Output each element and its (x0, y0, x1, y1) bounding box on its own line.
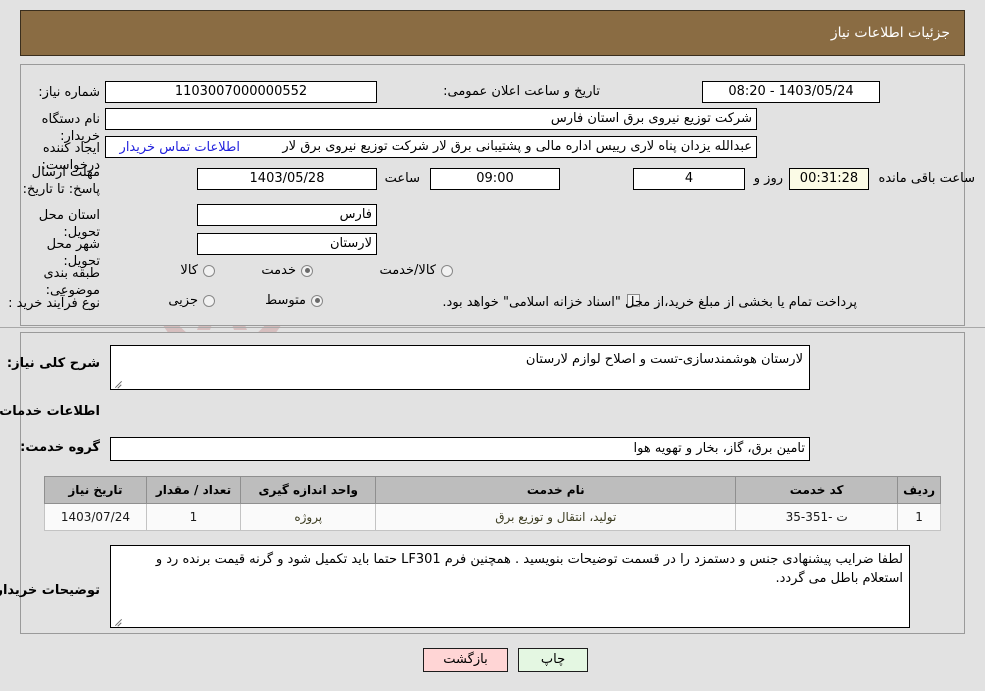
radio-label-jozi: جزیی (168, 293, 198, 308)
th-date: تاریخ نیاز (44, 476, 147, 504)
cell-qty: 1 (145, 503, 242, 531)
cell-date: 1403/07/24 (44, 503, 147, 531)
buyer-contact-link[interactable]: اطلاعات تماس خریدار (120, 140, 240, 155)
countdown-label: ساعت باقی مانده (878, 171, 975, 186)
process-label: نوع فرآیند خرید : (8, 296, 100, 311)
radio-label-kala-khedmat: کالا/خدمت (379, 263, 436, 278)
table-header-row: ردیف کد خدمت نام خدمت واحد اندازه گیری ت… (44, 476, 941, 504)
cell-name: تولید، انتقال و توزیع برق (375, 503, 737, 531)
deadline-date-value: 1403/05/28 (197, 168, 377, 190)
province-value: فارس (197, 204, 377, 226)
summary-textarea[interactable]: لارستان هوشمندسازی-تست و اصلاح لوازم لار… (110, 345, 810, 390)
table-row: 1 ت -351-35 تولید، انتقال و توزیع برق پر… (44, 503, 941, 531)
summary-text: لارستان هوشمندسازی-تست و اصلاح لوازم لار… (525, 352, 803, 367)
radio-indicator-khedmat[interactable] (301, 264, 313, 277)
resize-grip-icon[interactable] (114, 378, 124, 388)
deadline-label: مهلت ارسال پاسخ: تا تاریخ: (22, 165, 100, 197)
resize-grip-icon-2[interactable] (114, 616, 124, 626)
deadline-time-value: 09:00 (430, 168, 560, 190)
th-qty: تعداد / مقدار (145, 476, 242, 504)
announce-label: تاریخ و ساعت اعلان عمومی: (443, 84, 600, 99)
services-section-title: اطلاعات خدمات مورد نیاز (0, 404, 100, 419)
city-value: لارستان (197, 233, 377, 255)
header-bar: جزئیات اطلاعات نیاز (20, 10, 965, 56)
page-title: جزئیات اطلاعات نیاز (830, 25, 950, 41)
radio-label-motevaset: متوسط (265, 293, 306, 308)
deadline-time-label: ساعت (384, 171, 420, 186)
radio-process-jozi[interactable]: جزیی (168, 293, 215, 308)
remaining-days-label: روز و (753, 171, 783, 186)
th-row: ردیف (897, 476, 941, 504)
announce-value: 1403/05/24 - 08:20 (702, 81, 880, 103)
need-number-label: شماره نیاز: (38, 85, 100, 100)
th-unit: واحد اندازه گیری (240, 476, 377, 504)
service-group-label: گروه خدمت: (20, 440, 100, 455)
summary-label: شرح کلی نیاز: (6, 356, 100, 371)
print-button[interactable]: چاپ (518, 648, 588, 672)
page-root: AriaTender.net جزئیات اطلاعات نیاز شماره… (0, 0, 985, 691)
buyer-notes-label: توضیحات خریدار: (0, 583, 100, 598)
radio-indicator-motevaset[interactable] (311, 294, 323, 307)
cell-unit: پروژه (240, 503, 377, 531)
remaining-days-value: 4 (633, 168, 745, 190)
service-group-value: تامین برق، گاز، بخار و تهویه هوا (110, 437, 810, 461)
services-table: ردیف کد خدمت نام خدمت واحد اندازه گیری ت… (44, 476, 941, 531)
need-info-panel (20, 64, 965, 326)
section-divider (0, 327, 985, 328)
buyer-notes-textarea[interactable]: لطفا ضرایب پیشنهادی جنس و دستمزد را در ق… (110, 545, 910, 628)
countdown-value: 00:31:28 (789, 168, 869, 190)
radio-indicator-kala-khedmat[interactable] (441, 264, 453, 277)
radio-label-khedmat: خدمت (261, 263, 296, 278)
buyer-notes-text: لطفا ضرایب پیشنهادی جنس و دستمزد را در ق… (155, 552, 903, 586)
radio-process-motevaset[interactable]: متوسط (265, 293, 323, 308)
treasury-checkbox-label: پرداخت تمام یا بخشی از مبلغ خرید،از محل … (442, 295, 857, 310)
radio-indicator-jozi[interactable] (203, 294, 215, 307)
radio-category-kala[interactable]: کالا (180, 263, 215, 278)
cell-row: 1 (897, 503, 941, 531)
need-number-value: 1103007000000552 (105, 81, 377, 103)
category-label: طبقه بندی موضوعی: (43, 266, 101, 298)
back-button[interactable]: بازگشت (423, 648, 508, 672)
th-name: نام خدمت (375, 476, 737, 504)
th-code: کد خدمت (735, 476, 899, 504)
cell-code: ت -351-35 (735, 503, 899, 531)
buyer-org-value: شرکت توزیع نیروی برق استان فارس (105, 108, 757, 130)
radio-indicator-kala[interactable] (203, 264, 215, 277)
radio-category-kala-khedmat[interactable]: کالا/خدمت (379, 263, 453, 278)
radio-label-kala: کالا (180, 263, 198, 278)
radio-category-khedmat[interactable]: خدمت (261, 263, 313, 278)
